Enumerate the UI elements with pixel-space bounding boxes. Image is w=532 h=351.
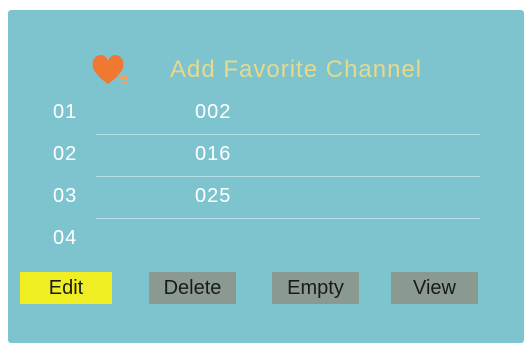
slot-number: 02 bbox=[53, 143, 78, 165]
view-button[interactable]: View bbox=[391, 272, 478, 304]
page-title: Add Favorite Channel bbox=[170, 56, 423, 83]
edit-button[interactable]: Edit bbox=[20, 272, 112, 304]
favorite-list: 01 002 02 016 03 025 04 bbox=[8, 93, 524, 261]
heart-icon bbox=[88, 50, 140, 90]
delete-button[interactable]: Delete bbox=[149, 272, 236, 304]
list-item[interactable]: 01 002 bbox=[8, 93, 524, 135]
channel-number: 025 bbox=[195, 185, 232, 207]
action-bar: Edit Delete Empty View bbox=[8, 272, 524, 306]
list-item[interactable]: 04 bbox=[8, 219, 524, 261]
slot-number: 01 bbox=[53, 101, 78, 123]
favorite-channel-screen: Add Favorite Channel 01 002 02 016 03 02… bbox=[8, 10, 524, 343]
empty-button[interactable]: Empty bbox=[272, 272, 359, 304]
channel-number: 002 bbox=[195, 101, 232, 123]
list-item[interactable]: 03 025 bbox=[8, 177, 524, 219]
slot-number: 04 bbox=[53, 227, 78, 249]
slot-number: 03 bbox=[53, 185, 78, 207]
channel-number: 016 bbox=[195, 143, 232, 165]
list-item[interactable]: 02 016 bbox=[8, 135, 524, 177]
header: Add Favorite Channel bbox=[88, 50, 422, 90]
